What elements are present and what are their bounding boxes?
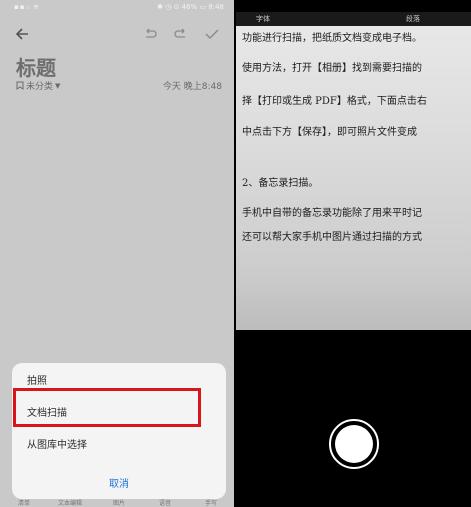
category-selector[interactable]: 未分类 ▼ bbox=[16, 79, 60, 92]
status-bar: ▪▪ᵢₗ ≋ ✱ ◷ ⊙ 46% ▭ 8:48 bbox=[0, 0, 234, 14]
insert-image-sheet: 拍照 文档扫描 从图库中选择 取消 bbox=[12, 363, 226, 499]
tab-handwriting[interactable]: 手写 bbox=[205, 498, 217, 507]
status-right: ✱ ◷ ⊙ 46% ▭ 8:48 bbox=[157, 3, 224, 11]
doc-header-paragraph: 段落 bbox=[406, 15, 420, 23]
shutter-inner bbox=[335, 425, 373, 463]
tab-voice[interactable]: 语音 bbox=[159, 498, 171, 507]
tab-checklist[interactable]: 清单 bbox=[18, 498, 30, 507]
shutter-button-icon[interactable] bbox=[329, 419, 379, 469]
doc-toolbar-strip: 字体 段落 bbox=[236, 12, 471, 26]
doc-line: 功能进行扫描，把纸质文档变成电子档。 bbox=[242, 33, 422, 44]
note-timestamp: 今天 晚上8:48 bbox=[162, 82, 222, 92]
check-icon[interactable] bbox=[202, 24, 222, 44]
camera-preview-panel: 字体 段落 功能进行扫描，把纸质文档变成电子档。 使用方法，打开【相册】找到需要… bbox=[236, 0, 471, 507]
editor-toolbar bbox=[0, 20, 234, 48]
tab-text-edit[interactable]: 文本编辑 bbox=[58, 498, 82, 507]
doc-line: 使用方法，打开【相册】找到需要扫描的 bbox=[242, 63, 422, 74]
doc-header-font: 字体 bbox=[256, 15, 270, 23]
redo-icon[interactable] bbox=[171, 24, 191, 44]
choose-from-gallery-option[interactable]: 从图库中选择 bbox=[27, 436, 87, 451]
doc-line: 中点击下方【保存】，即可照片文件变成 bbox=[242, 127, 417, 138]
back-arrow-icon[interactable] bbox=[12, 24, 32, 44]
tab-image[interactable]: 图片 bbox=[113, 498, 125, 507]
chevron-down-icon: ▼ bbox=[55, 81, 61, 90]
status-left: ▪▪ᵢₗ ≋ bbox=[14, 3, 40, 11]
notes-editor-panel: ▪▪ᵢₗ ≋ ✱ ◷ ⊙ 46% ▭ 8:48 标题 未分类 ▼ 今天 晚上8:… bbox=[0, 0, 234, 507]
take-photo-option[interactable]: 拍照 bbox=[27, 372, 47, 387]
doc-line: 2、备忘录扫描。 bbox=[242, 178, 319, 189]
doc-line: 择【打印或生成 PDF】格式，下面点击右 bbox=[242, 96, 427, 107]
doc-line: 手机中自带的备忘录功能除了用来平时记 bbox=[242, 208, 422, 219]
category-label: 未分类 bbox=[26, 82, 54, 92]
undo-icon[interactable] bbox=[140, 24, 160, 44]
bookmark-icon bbox=[16, 81, 24, 90]
highlight-box bbox=[13, 388, 201, 427]
document-preview: 字体 段落 功能进行扫描，把纸质文档变成电子档。 使用方法，打开【相册】找到需要… bbox=[236, 12, 471, 330]
cancel-button[interactable]: 取消 bbox=[12, 475, 226, 490]
doc-line: 还可以帮大家手机中图片通过扫描的方式 bbox=[242, 232, 422, 243]
note-title[interactable]: 标题 bbox=[16, 52, 56, 81]
note-meta: 未分类 ▼ 今天 晚上8:48 bbox=[16, 79, 222, 92]
